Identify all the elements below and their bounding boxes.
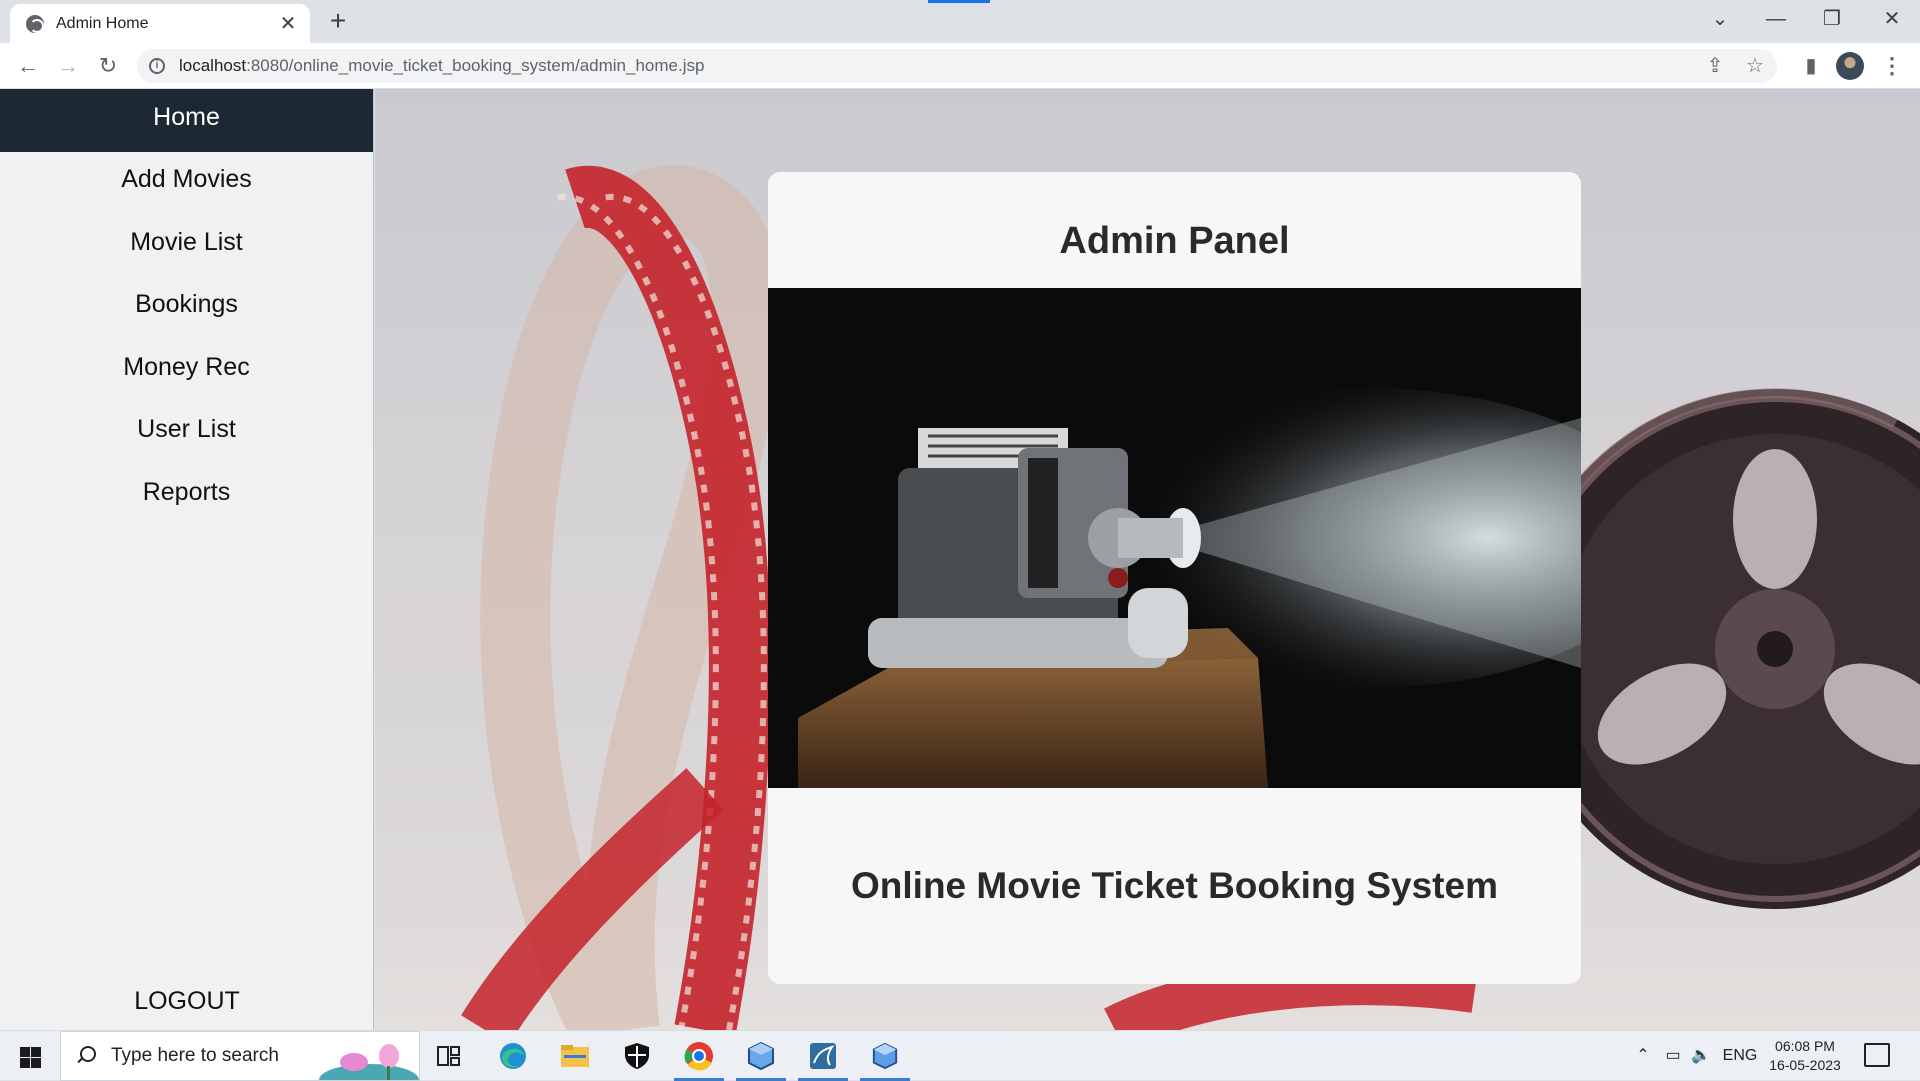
task-view-icon[interactable] [420,1031,478,1081]
restore-button[interactable]: ❐ [1804,0,1860,40]
cube-app-icon[interactable] [856,1031,914,1081]
search-highlight-art [319,1044,419,1080]
sidebar-item-bookings[interactable]: Bookings [0,277,373,340]
sidebar-item-home[interactable]: Home [0,89,373,152]
tab-search-button[interactable]: ⌄ [1692,0,1748,40]
globe-icon [26,14,44,33]
battery-icon[interactable]: ▭ [1660,1031,1686,1081]
close-icon[interactable]: ✕ [278,11,298,36]
tab-title: Admin Home [56,14,149,32]
notification-icon[interactable] [1864,1043,1890,1067]
file-explorer-icon[interactable] [546,1031,604,1081]
speaker-icon[interactable]: 🔈 [1688,1031,1714,1081]
sidebar-item-movie-list[interactable]: Movie List [0,215,373,278]
minimize-button[interactable]: — [1748,0,1804,40]
clock-time: 06:08 PM [1775,1038,1835,1054]
side-panel-icon[interactable]: ▮ [1795,50,1827,82]
edge-icon[interactable] [484,1031,542,1081]
windows-taskbar: Type here to search ⌃ ▭ 🔈 ENG 06:08 PM 1… [0,1030,1920,1081]
search-icon [75,1046,96,1066]
sidebar-item-user-list[interactable]: User List [0,402,373,465]
card-subtitle: Online Movie Ticket Booking System [851,865,1498,906]
tab-strip-accent [928,0,990,3]
search-placeholder: Type here to search [111,1045,279,1066]
virtualbox-icon[interactable] [732,1031,790,1081]
admin-sidebar: Home Add Movies Movie List Bookings Mone… [0,89,374,1030]
profile-avatar[interactable] [1836,52,1864,80]
browser-tab-strip: Admin Home ✕ + ⌄ — ❐ ✕ [0,0,1920,43]
main-content: Admin Panel Online Movie Ticket Booking … [375,89,1920,1030]
admin-panel-card: Admin Panel Online Movie Ticket Booking … [768,172,1581,984]
sidebar-item-reports[interactable]: Reports [0,465,373,528]
info-icon[interactable]: i [149,58,165,74]
clock-date: 16-05-2023 [1769,1057,1841,1073]
browser-tab-admin-home[interactable]: Admin Home ✕ [10,4,310,43]
url-path: :8080/online_movie_ticket_booking_system… [246,56,705,75]
kebab-menu-icon[interactable]: ⋮ [1876,50,1908,82]
projector-image [768,288,1581,788]
system-clock[interactable]: 06:08 PM 16-05-2023 [1760,1037,1850,1075]
url-text[interactable]: localhost:8080/online_movie_ticket_booki… [179,56,704,76]
share-icon[interactable]: ⇪ [1700,49,1730,83]
address-bar[interactable]: i localhost:8080/online_movie_ticket_boo… [137,49,1777,83]
logout-link[interactable]: LOGOUT [0,987,374,1016]
security-shield-icon[interactable] [608,1031,666,1081]
sidebar-item-add-movies[interactable]: Add Movies [0,152,373,215]
new-tab-button[interactable]: + [322,6,354,38]
taskbar-search-box[interactable]: Type here to search [60,1031,420,1081]
chrome-icon[interactable] [670,1031,728,1081]
card-title: Admin Panel [1059,220,1290,262]
mysql-workbench-icon[interactable] [794,1031,852,1081]
windows-start-icon[interactable] [8,1039,52,1073]
chevron-up-icon[interactable]: ⌃ [1628,1031,1658,1081]
forward-arrow-icon[interactable]: → [52,50,84,82]
sidebar-item-money-rec[interactable]: Money Rec [0,340,373,403]
back-arrow-icon[interactable]: ← [12,50,44,82]
reload-icon[interactable]: ↻ [92,50,124,82]
page-viewport: Home Add Movies Movie List Bookings Mone… [0,89,1920,1030]
browser-toolbar: ← → ↻ i localhost:8080/online_movie_tick… [0,43,1920,89]
url-host: localhost [179,56,247,75]
window-close-button[interactable]: ✕ [1864,0,1920,40]
star-icon[interactable]: ☆ [1740,49,1770,83]
language-indicator[interactable]: ENG [1720,1031,1760,1081]
